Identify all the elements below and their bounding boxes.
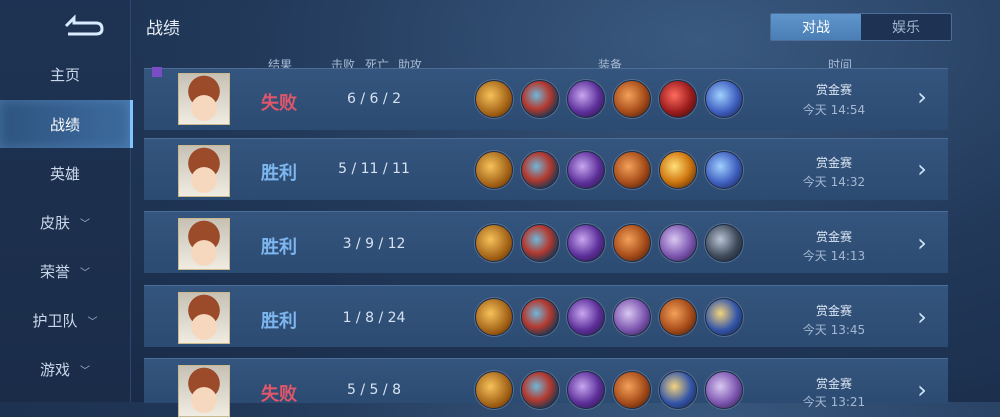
hero-avatar	[178, 218, 230, 270]
purple-axe-icon	[567, 298, 605, 336]
chevron-right-icon[interactable]: ›	[910, 303, 934, 331]
gold-staff-icon	[475, 151, 513, 189]
gold-staff-icon	[475, 80, 513, 118]
sidebar-item-label: 英雄	[49, 164, 80, 183]
equipment-list	[475, 371, 751, 409]
kda-value: 6 / 6 / 2	[347, 91, 401, 107]
gold-staff-icon	[475, 224, 513, 262]
equipment-list	[475, 298, 751, 336]
purple-axe-icon	[567, 80, 605, 118]
sidebar-item-records[interactable]: 战绩	[0, 100, 133, 148]
game-mode: 赏金赛	[815, 83, 852, 97]
tab-battle[interactable]: 对战	[771, 14, 861, 40]
chevron-down-icon: ﹀	[80, 218, 90, 230]
gold-staff-icon	[475, 298, 513, 336]
sidebar-item-label: 荣誉	[39, 262, 70, 281]
equipment-list	[475, 151, 751, 189]
match-time: 今天 14:32	[802, 175, 866, 189]
page-title: 战绩	[146, 19, 180, 39]
blue-spear-icon	[705, 80, 743, 118]
sidebar-item-label: 护卫队	[32, 311, 78, 330]
red-boots-icon	[521, 298, 559, 336]
table-row[interactable]: 胜利 5 / 11 / 11 赏金赛 今天 14:32 ›	[144, 138, 948, 200]
hero-avatar	[178, 292, 230, 344]
chevron-right-icon[interactable]: ›	[910, 83, 934, 111]
skull-mask-icon	[613, 298, 651, 336]
match-time: 今天 14:13	[802, 249, 866, 263]
equipment-list	[475, 80, 751, 118]
purple-axe-icon	[567, 224, 605, 262]
kda-value: 5 / 11 / 11	[338, 161, 410, 177]
sidebar-item-skins[interactable]: 皮肤 ﹀	[0, 198, 130, 246]
blue-spear-icon	[705, 151, 743, 189]
kda-value: 1 / 8 / 24	[342, 310, 406, 326]
chevron-down-icon: ﹀	[80, 365, 90, 377]
match-time: 今天 14:54	[802, 103, 866, 117]
blue-gold-sword-icon	[659, 371, 697, 409]
orange-blade-icon	[613, 224, 651, 262]
orange-blade-icon	[613, 151, 651, 189]
sidebar-item-label: 皮肤	[39, 213, 70, 232]
sidebar-item-label: 游戏	[39, 360, 70, 379]
dark-claw-icon	[705, 224, 743, 262]
purple-axe-icon	[567, 371, 605, 409]
red-boots-icon	[521, 151, 559, 189]
equipment-list	[475, 224, 751, 262]
skull-mask-icon	[659, 224, 697, 262]
hero-avatar	[178, 365, 230, 417]
sidebar-item-honor[interactable]: 荣誉 ﹀	[0, 247, 130, 295]
hero-avatar	[178, 145, 230, 197]
table-row[interactable]: 胜利 1 / 8 / 24 赏金赛 今天 13:45 ›	[144, 285, 948, 347]
sidebar-item-label: 战绩	[49, 115, 80, 134]
kda-value: 3 / 9 / 12	[342, 236, 406, 252]
kda-value: 5 / 5 / 8	[347, 382, 401, 398]
orange-blade-icon	[613, 80, 651, 118]
game-mode: 赏金赛	[815, 377, 852, 391]
chevron-down-icon: ﹀	[87, 316, 98, 328]
match-result: 失败	[261, 93, 297, 114]
sidebar: 主页 战绩 英雄 皮肤 ﹀ 荣誉 ﹀ 护卫队 ﹀ 游戏 ﹀	[0, 0, 133, 402]
fire-wing-icon	[659, 151, 697, 189]
match-result: 胜利	[261, 237, 297, 258]
sidebar-item-label: 主页	[49, 65, 80, 84]
game-mode: 赏金赛	[815, 304, 852, 318]
red-boots-icon	[521, 80, 559, 118]
sidebar-item-guard-team[interactable]: 护卫队 ﹀	[0, 296, 130, 344]
chevron-right-icon[interactable]: ›	[910, 376, 934, 404]
chevron-right-icon[interactable]: ›	[910, 229, 934, 257]
chevron-right-icon[interactable]: ›	[910, 155, 934, 183]
mode-tabs: 对战 娱乐	[770, 13, 952, 41]
skull-mask-icon	[705, 371, 743, 409]
table-row[interactable]: 失败 5 / 5 / 8 赏金赛 今天 13:21 ›	[144, 358, 948, 417]
sidebar-item-heroes[interactable]: 英雄	[0, 149, 130, 197]
game-mode: 赏金赛	[815, 156, 852, 170]
game-mode: 赏金赛	[815, 230, 852, 244]
gold-staff-icon	[475, 371, 513, 409]
match-result: 失败	[261, 384, 297, 405]
sidebar-item-home[interactable]: 主页	[0, 50, 130, 98]
back-icon[interactable]	[60, 14, 106, 38]
match-time: 今天 13:45	[802, 323, 866, 337]
table-row[interactable]: 胜利 3 / 9 / 12 赏金赛 今天 14:13 ›	[144, 211, 948, 273]
hero-avatar	[178, 73, 230, 125]
red-helmet-icon	[659, 80, 697, 118]
match-result: 胜利	[261, 163, 297, 184]
red-boots-icon	[521, 224, 559, 262]
chevron-down-icon: ﹀	[80, 267, 90, 279]
orange-blade-icon	[613, 371, 651, 409]
tier-badge	[152, 67, 162, 77]
tab-entertainment[interactable]: 娱乐	[861, 14, 951, 40]
match-result: 胜利	[261, 311, 297, 332]
purple-axe-icon	[567, 151, 605, 189]
blue-gold-sword-icon	[705, 298, 743, 336]
sidebar-item-game[interactable]: 游戏 ﹀	[0, 345, 130, 393]
red-boots-icon	[521, 371, 559, 409]
table-row[interactable]: 失败 6 / 6 / 2 赏金赛 今天 14:54 ›	[144, 67, 948, 130]
orange-blade-icon	[659, 298, 697, 336]
